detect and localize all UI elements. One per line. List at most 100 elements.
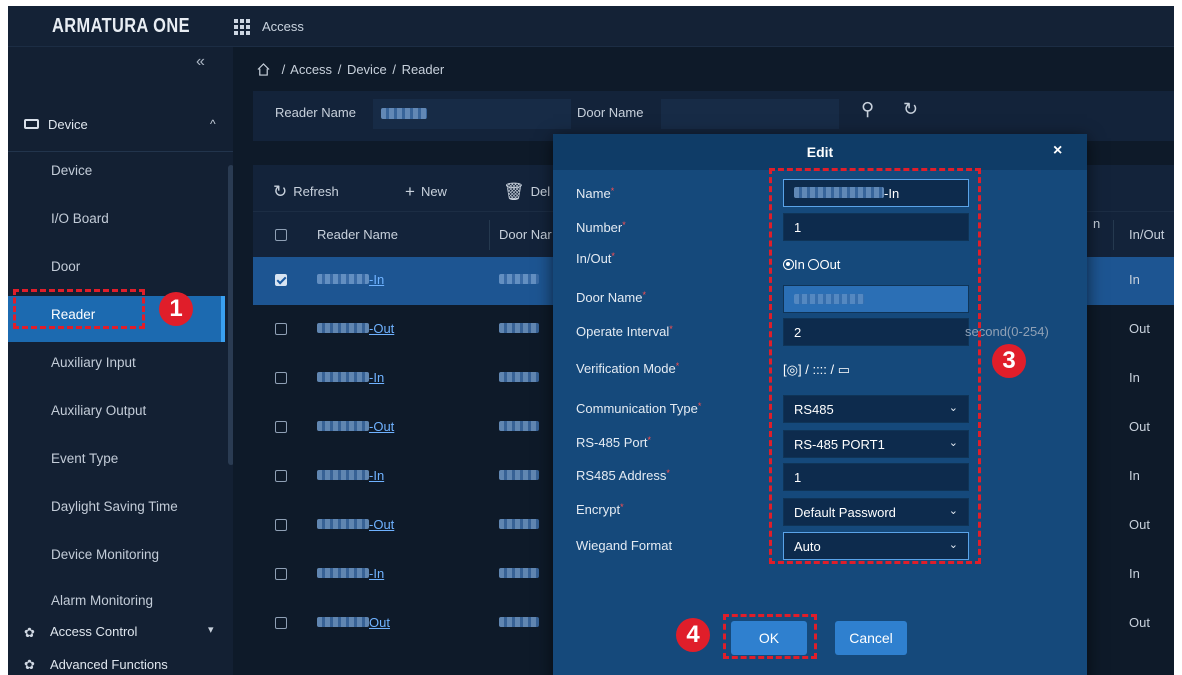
door-name-cell [499, 419, 539, 434]
in-out-cell: In [1129, 272, 1140, 287]
sidebar-item-device[interactable]: Device [8, 152, 223, 198]
column-header-door-name[interactable]: Door Nar [499, 227, 552, 242]
sidebar-item-event-type[interactable]: Event Type [8, 440, 223, 486]
chevron-up-icon: ^ [210, 117, 216, 131]
column-divider [489, 220, 490, 250]
top-bar: ARMATURA ONE Access [8, 6, 1174, 47]
sidebar-section-access-control[interactable]: ✿ Access Control ▾ [8, 612, 233, 652]
door-name-label: Door Name* [576, 290, 646, 305]
operate-interval-label: Operate Interval* [576, 324, 673, 339]
search-icon[interactable]: ⚲ [861, 99, 874, 120]
annotation-badge-3: 3 [992, 344, 1026, 378]
reader-name-link[interactable]: -In [317, 272, 384, 287]
sidebar-section-device[interactable]: Device ^ [8, 105, 233, 145]
sidebar-item-device-monitoring[interactable]: Device Monitoring [8, 536, 223, 582]
row-checkbox[interactable] [275, 617, 287, 629]
rs485-address-label: RS485 Address* [576, 468, 670, 483]
row-checkbox[interactable] [275, 470, 287, 482]
close-icon[interactable]: × [1053, 142, 1062, 160]
refresh-button[interactable]: ↻ Refresh [273, 181, 339, 201]
door-name-cell [499, 370, 539, 385]
column-header-reader-name[interactable]: Reader Name [317, 227, 398, 242]
verification-mode-label: Verification Mode* [576, 361, 680, 376]
row-checkbox[interactable] [275, 421, 287, 433]
in-out-cell: Out [1129, 615, 1150, 630]
number-label: Number* [576, 220, 626, 235]
annotation-highlight-fields [769, 168, 981, 564]
reader-name-filter-label: Reader Name [275, 105, 356, 120]
in-out-cell: Out [1129, 321, 1150, 336]
device-icon [24, 119, 39, 129]
reader-name-link[interactable]: -Out [317, 321, 394, 336]
reader-name-link[interactable]: Out [317, 615, 390, 630]
row-checkbox[interactable] [275, 372, 287, 384]
door-name-cell [499, 468, 539, 483]
door-name-cell [499, 272, 539, 287]
door-name-cell [499, 615, 539, 630]
annotation-highlight-reader [13, 289, 145, 329]
sidebar: « Device ^ Device I/O Board Door Reader … [8, 47, 234, 675]
reader-name-link[interactable]: -Out [317, 517, 394, 532]
reader-name-link[interactable]: -In [317, 370, 384, 385]
home-icon[interactable] [257, 63, 270, 76]
delete-button[interactable]: 🗑 Del [503, 181, 550, 201]
reader-name-link[interactable]: -In [317, 468, 384, 483]
in-out-label: In/Out* [576, 251, 615, 266]
reset-icon[interactable]: ↻ [903, 99, 918, 120]
gear-icon: ✿ [24, 657, 35, 672]
breadcrumb-item[interactable]: Access [290, 62, 332, 77]
cancel-button[interactable]: Cancel [835, 621, 907, 655]
in-out-cell: Out [1129, 517, 1150, 532]
row-checkbox[interactable] [275, 323, 287, 335]
in-out-cell: In [1129, 566, 1140, 581]
app-logo: ARMATURA ONE [52, 15, 190, 37]
collapse-sidebar-icon[interactable]: « [196, 53, 205, 71]
sidebar-section-label: Advanced Functions [50, 657, 168, 672]
dialog-title: Edit [806, 144, 834, 160]
breadcrumb-item: Reader [401, 62, 445, 77]
in-out-cell: Out [1129, 419, 1150, 434]
chevron-down-icon: ▾ [208, 624, 214, 636]
name-label: Name* [576, 186, 615, 201]
breadcrumb-item[interactable]: Device [347, 62, 387, 77]
reader-name-link[interactable]: -In [317, 566, 384, 581]
breadcrumb: / Access / Device / Reader [257, 61, 444, 77]
in-out-cell: In [1129, 468, 1140, 483]
column-header-partial: n [1093, 216, 1101, 231]
door-name-cell [499, 517, 539, 532]
select-all-checkbox[interactable] [275, 229, 287, 241]
sidebar-section-advanced-functions[interactable]: ✿ Advanced Functions [8, 653, 233, 675]
refresh-icon: ↻ [273, 182, 288, 201]
active-indicator [221, 296, 225, 342]
sidebar-section-label: Device [48, 117, 88, 132]
sidebar-item-door[interactable]: Door [8, 248, 223, 294]
reader-name-filter-input[interactable] [373, 99, 571, 129]
door-name-filter-label: Door Name [577, 105, 644, 120]
trash-icon: 🗑 [503, 182, 525, 201]
sidebar-item-daylight-saving-time[interactable]: Daylight Saving Time [8, 488, 223, 534]
annotation-badge-1: 1 [159, 292, 193, 326]
row-checkbox[interactable] [275, 568, 287, 580]
app-grid-icon[interactable] [234, 19, 250, 35]
rs485-port-label: RS-485 Port* [576, 435, 652, 450]
plus-icon: + [405, 182, 415, 201]
sidebar-section-label: Access Control [50, 624, 138, 639]
row-checkbox[interactable] [275, 274, 287, 286]
sidebar-item-io-board[interactable]: I/O Board [8, 200, 223, 246]
annotation-badge-4: 4 [676, 618, 710, 652]
sidebar-item-auxiliary-output[interactable]: Auxiliary Output [8, 392, 223, 438]
in-out-cell: In [1129, 370, 1140, 385]
annotation-highlight-ok [723, 614, 817, 659]
door-name-cell [499, 566, 539, 581]
reader-name-link[interactable]: -Out [317, 419, 394, 434]
dialog-header: Edit × [553, 134, 1087, 170]
encrypt-label: Encrypt* [576, 502, 624, 517]
column-divider [1113, 220, 1114, 250]
wiegand-format-label: Wiegand Format [576, 538, 673, 553]
module-title: Access [262, 19, 304, 34]
row-checkbox[interactable] [275, 519, 287, 531]
sidebar-item-auxiliary-input[interactable]: Auxiliary Input [8, 344, 223, 390]
column-header-in-out[interactable]: In/Out [1129, 227, 1164, 242]
new-button[interactable]: + New [405, 181, 447, 201]
door-name-filter-input[interactable] [661, 99, 839, 129]
